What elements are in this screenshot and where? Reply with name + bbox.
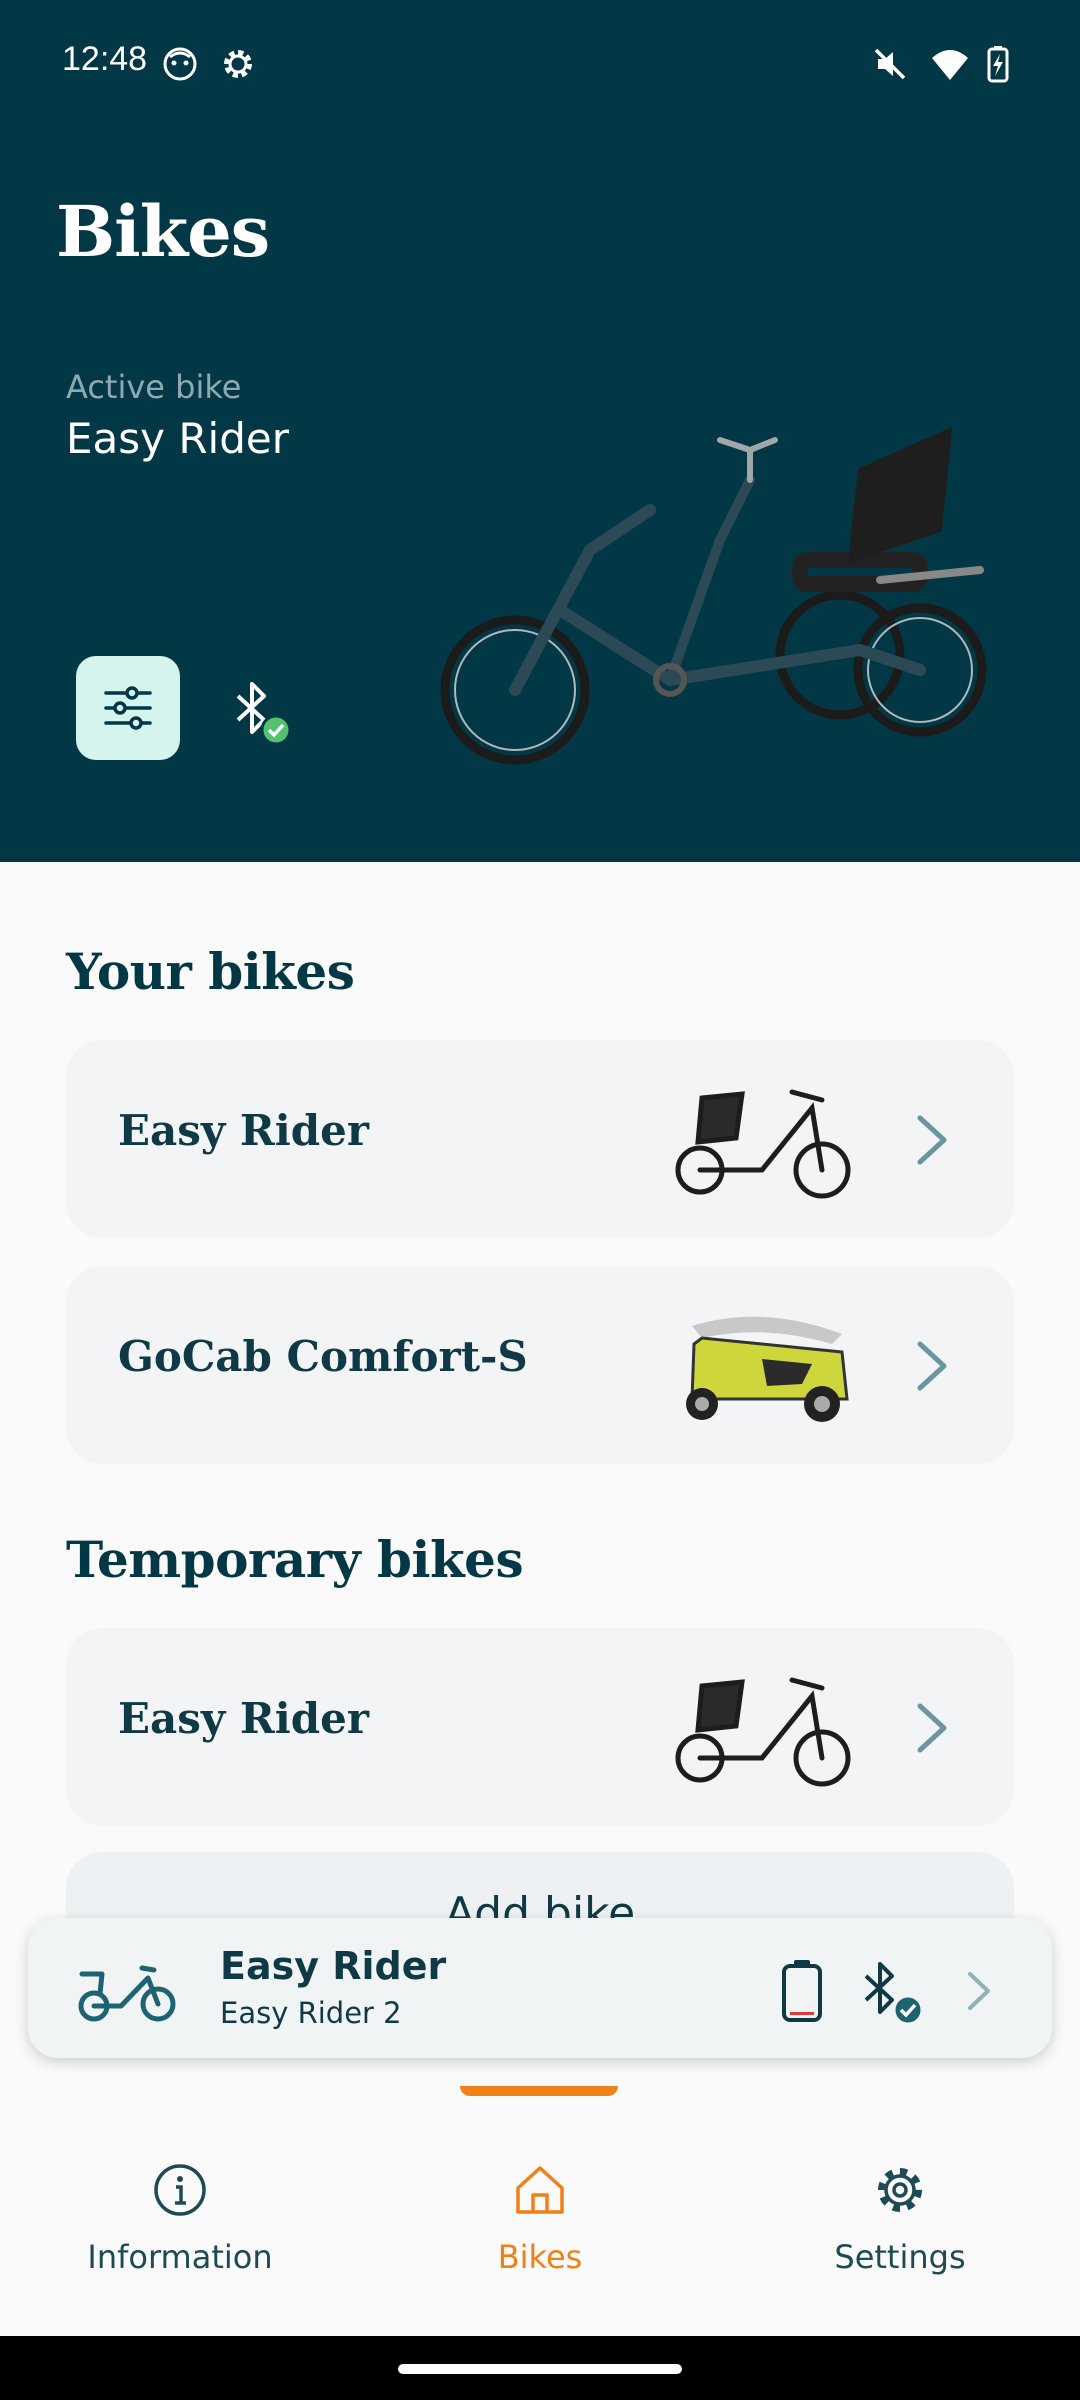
- home-gesture-handle[interactable]: [398, 2364, 682, 2374]
- gear-icon: [224, 50, 252, 78]
- sliders-icon: [104, 686, 152, 730]
- easy-rider-thumbnail: [675, 1089, 851, 1199]
- wifi-icon: [932, 50, 968, 80]
- bike-card-gocab[interactable]: GoCab Comfort-S: [66, 1266, 1014, 1464]
- nav-item-information[interactable]: Information: [50, 2162, 310, 2276]
- mute-icon: [874, 48, 906, 80]
- bottom-nav: Information Bikes Settings: [0, 2082, 1080, 2336]
- header: 12:48 Bikes Active bike Easy Rider: [0, 0, 1080, 862]
- active-bike-image: [440, 426, 987, 765]
- battery-charging-icon: [987, 46, 1009, 83]
- bike-settings-button[interactable]: [76, 656, 180, 760]
- bluetooth-connected-icon[interactable]: [228, 678, 296, 748]
- your-bikes-title: Your bikes: [66, 942, 355, 1001]
- nav-label-information: Information: [87, 2238, 273, 2276]
- bike-name: GoCab Comfort-S: [118, 1332, 528, 1381]
- mini-card-title: Easy Rider: [220, 1944, 447, 1988]
- status-bar: 12:48: [0, 0, 1080, 128]
- active-bike-label: Active bike: [66, 368, 242, 406]
- bike-name: Easy Rider: [118, 1106, 369, 1155]
- home-icon: [516, 2166, 564, 2214]
- chevron-right-icon: [968, 1972, 990, 2010]
- chevron-right-icon: [917, 1341, 947, 1391]
- bike-icon: [78, 1965, 176, 2022]
- status-time: 12:48: [62, 40, 148, 78]
- active-bike-name: Easy Rider: [66, 414, 289, 463]
- chevron-right-icon: [917, 1703, 947, 1753]
- nav-active-indicator: [460, 2086, 618, 2096]
- page-title: Bikes: [56, 190, 270, 273]
- active-bike-mini-card[interactable]: Easy Rider Easy Rider 2: [28, 1918, 1052, 2058]
- info-icon: [154, 2164, 206, 2216]
- gear-icon: [878, 2168, 922, 2212]
- battery-low-icon: [782, 1960, 822, 2022]
- temporary-bikes-title: Temporary bikes: [66, 1530, 524, 1589]
- bike-name: Easy Rider: [118, 1694, 369, 1743]
- bluetooth-connected-icon: [864, 1962, 924, 2026]
- nav-item-settings[interactable]: Settings: [770, 2162, 1030, 2276]
- easy-rider-thumbnail: [675, 1677, 851, 1787]
- nav-label-settings: Settings: [834, 2238, 966, 2276]
- nav-item-bikes[interactable]: Bikes: [410, 2162, 670, 2276]
- temp-bike-card-easy-rider[interactable]: Easy Rider: [66, 1628, 1014, 1826]
- bike-card-easy-rider[interactable]: Easy Rider: [66, 1040, 1014, 1238]
- face-notification-icon: [163, 47, 197, 81]
- system-navigation-bar: [0, 2336, 1080, 2400]
- nav-label-bikes: Bikes: [497, 2238, 583, 2276]
- chevron-right-icon: [917, 1115, 947, 1165]
- gocab-thumbnail: [686, 1316, 849, 1422]
- mini-card-subtitle: Easy Rider 2: [220, 1996, 402, 2030]
